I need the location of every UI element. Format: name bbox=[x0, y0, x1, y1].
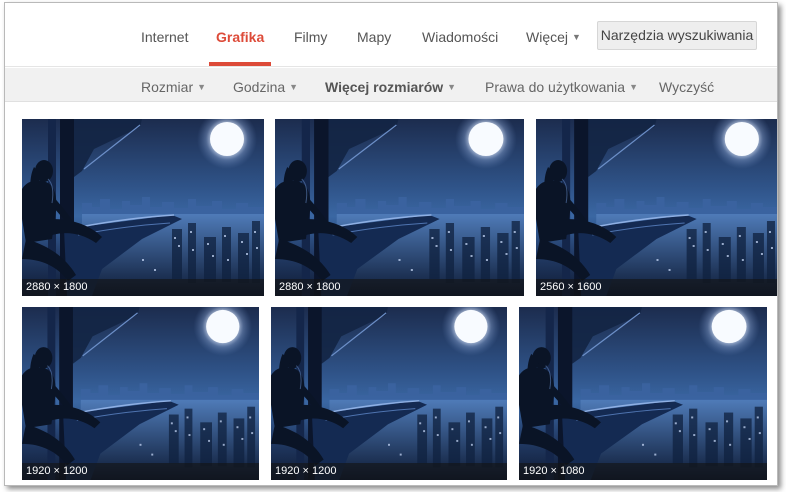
image-result[interactable]: 2880 × 1800 bbox=[275, 119, 524, 296]
tab-label: Grafika bbox=[216, 29, 265, 45]
tab-wiadomosci[interactable]: Wiadomości bbox=[422, 29, 498, 45]
night-moon-woman-image bbox=[22, 307, 259, 480]
tab-wiecej[interactable]: Więcej ▼ bbox=[526, 29, 581, 45]
image-result[interactable]: 2560 × 1600 bbox=[536, 119, 777, 296]
filter-label: Wyczyść bbox=[659, 79, 715, 95]
clear-filters-link[interactable]: Wyczyść bbox=[659, 79, 714, 95]
tab-label: Mapy bbox=[357, 29, 392, 45]
filter-label: Więcej rozmiarów bbox=[325, 79, 444, 95]
tab-internet[interactable]: Internet bbox=[141, 29, 188, 45]
image-dimensions: 1920 × 1200 bbox=[22, 463, 259, 480]
image-dimensions: 1920 × 1080 bbox=[519, 463, 767, 480]
filter-label: Rozmiar bbox=[141, 79, 194, 95]
image-dimensions: 2560 × 1600 bbox=[536, 279, 777, 296]
night-moon-woman-image bbox=[271, 307, 507, 480]
image-dimensions: 2880 × 1800 bbox=[275, 279, 524, 296]
filter-bar: Rozmiar ▼ Godzina ▼ Więcej rozmiarów ▼ Praw… bbox=[5, 68, 777, 102]
tab-label: Wiadomości bbox=[422, 29, 499, 45]
tab-label: Filmy bbox=[294, 29, 328, 45]
image-result[interactable]: 2880 × 1800 bbox=[22, 119, 264, 296]
tab-filmy[interactable]: Filmy bbox=[294, 29, 327, 45]
filter-time[interactable]: Godzina ▼ bbox=[233, 79, 298, 95]
tab-mapy[interactable]: Mapy bbox=[357, 29, 391, 45]
night-moon-woman-image bbox=[536, 119, 777, 296]
tab-grafika[interactable]: Grafika bbox=[216, 29, 264, 45]
image-result[interactable]: 1920 × 1200 bbox=[271, 307, 507, 480]
search-tools-button[interactable]: Narzędzia wyszukiwania bbox=[597, 21, 757, 50]
browser-window: Internet Grafika Filmy Mapy Wiadomości W… bbox=[4, 2, 778, 486]
image-dimensions: 1920 × 1200 bbox=[271, 463, 507, 480]
filter-more-sizes[interactable]: Więcej rozmiarów ▼ bbox=[325, 79, 456, 95]
filter-label: Prawa do użytkowania bbox=[485, 79, 626, 95]
image-result[interactable]: 1920 × 1200 bbox=[22, 307, 259, 480]
active-tab-indicator bbox=[209, 62, 271, 66]
image-dimensions: 2880 × 1800 bbox=[22, 279, 264, 296]
night-moon-woman-image bbox=[22, 119, 264, 296]
night-moon-woman-image bbox=[519, 307, 767, 480]
tab-label: Internet bbox=[141, 29, 189, 45]
chevron-down-icon: ▼ bbox=[197, 82, 207, 92]
filter-usage-rights[interactable]: Prawa do użytkowania ▼ bbox=[485, 79, 638, 95]
chevron-down-icon: ▼ bbox=[289, 82, 299, 92]
tab-label: Więcej bbox=[526, 29, 569, 45]
chevron-down-icon: ▼ bbox=[572, 32, 581, 42]
chevron-down-icon: ▼ bbox=[447, 82, 457, 92]
night-moon-woman-image bbox=[275, 119, 524, 296]
chevron-down-icon: ▼ bbox=[629, 82, 638, 92]
image-result[interactable]: 1920 × 1080 bbox=[519, 307, 767, 480]
filter-label: Godzina bbox=[233, 79, 286, 95]
search-type-tabs: Internet Grafika Filmy Mapy Wiadomości W… bbox=[5, 3, 777, 67]
filter-size[interactable]: Rozmiar ▼ bbox=[141, 79, 206, 95]
